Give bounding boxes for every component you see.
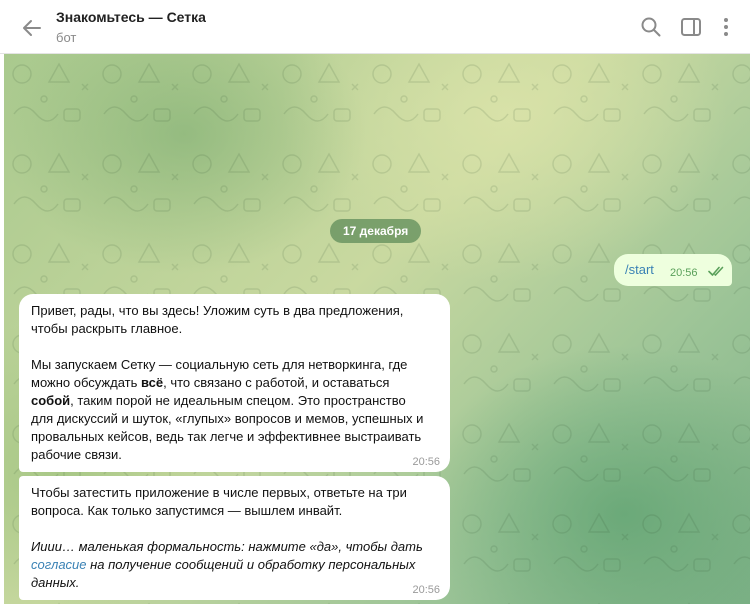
message-line: для дискуссий и шуток, «глупых» вопросов… — [31, 411, 424, 426]
message-line: согласие на получение сообщений и обрабо… — [31, 557, 416, 572]
incoming-message-consent[interactable]: Чтобы затестить приложение в числе первы… — [19, 476, 450, 600]
message-line: Привет, рады, что вы здесь! Уложим суть … — [31, 303, 404, 318]
start-command-link[interactable]: /start — [625, 262, 654, 277]
chat-area[interactable]: 17 декабря /start 20:56 Привет, рады, чт… — [4, 54, 750, 604]
more-vertical-icon[interactable] — [714, 15, 738, 39]
message-line: Мы запускаем Сетку — социальную сеть для… — [31, 357, 408, 372]
sidebar-toggle-icon[interactable] — [679, 15, 703, 39]
message-line: собой, таким порой не идеальным спецом. … — [31, 393, 406, 408]
consent-link[interactable]: согласие — [31, 557, 87, 572]
message-line: Ииии… маленькая формальность: нажмите «д… — [31, 539, 423, 554]
message-time: 20:56 — [412, 456, 440, 468]
incoming-message-intro[interactable]: Привет, рады, что вы здесь! Уложим суть … — [19, 294, 450, 472]
message-line: Чтобы затестить приложение в числе первы… — [31, 485, 407, 500]
message-line: можно обсуждать всё, что связано с работ… — [31, 375, 390, 390]
message-line: вопроса. Как только запустимся — вышлем … — [31, 503, 343, 518]
message-time: 20:56 — [412, 584, 440, 596]
search-icon[interactable] — [639, 15, 663, 39]
message-line: рабочие связи. — [31, 447, 122, 462]
message-line: данных. — [31, 575, 80, 590]
chat-subtitle: бот — [56, 30, 77, 45]
chat-header: Знакомьтесь — Сетка бот — [0, 0, 750, 54]
outgoing-message[interactable]: /start 20:56 — [614, 254, 732, 286]
message-time: 20:56 — [670, 267, 698, 279]
back-arrow-icon[interactable] — [20, 16, 44, 40]
date-badge: 17 декабря — [330, 219, 422, 243]
double-check-icon — [708, 266, 724, 276]
chat-title[interactable]: Знакомьтесь — Сетка — [56, 9, 206, 25]
telegram-window: Знакомьтесь — Сетка бот 17 декабря /star… — [0, 0, 750, 604]
message-line: провальных кейсов, ведь так легче и эффе… — [31, 429, 422, 444]
bold-word: собой — [31, 393, 71, 408]
message-line: чтобы раскрыть главное. — [31, 321, 183, 336]
bold-word: всё — [140, 375, 164, 390]
